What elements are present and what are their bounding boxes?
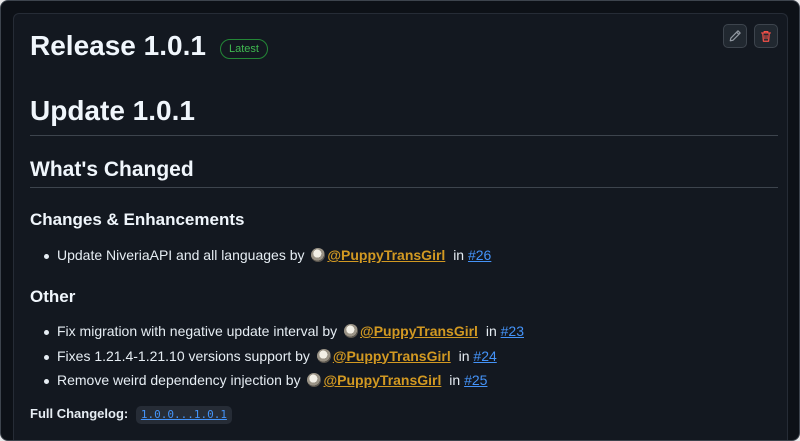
- author-mention[interactable]: @PuppyTransGirl: [333, 348, 451, 364]
- edit-release-button[interactable]: [723, 24, 747, 48]
- trash-icon: [761, 31, 771, 42]
- pr-link[interactable]: #24: [473, 348, 496, 364]
- item-text: Update NiveriaAPI and all languages by: [57, 247, 305, 263]
- section-divider: [30, 187, 778, 188]
- release-frame: Release 1.0.1 Latest Update 1.0.1 What's…: [0, 0, 800, 441]
- list-item: Remove weird dependency injection by @Pu…: [30, 368, 524, 393]
- author-mention[interactable]: @PuppyTransGirl: [327, 247, 445, 263]
- in-label: in: [449, 372, 461, 388]
- pr-link[interactable]: #25: [464, 372, 487, 388]
- in-label: in: [453, 247, 465, 263]
- item-text: Remove weird dependency injection by: [57, 372, 301, 388]
- pr-link[interactable]: #23: [501, 323, 524, 339]
- avatar[interactable]: [311, 248, 326, 262]
- compare-link[interactable]: 1.0.0...1.0.1: [135, 406, 232, 424]
- item-text: Fix migration with negative update inter…: [57, 323, 338, 339]
- pencil-icon: [729, 30, 741, 42]
- avatar[interactable]: [307, 373, 322, 387]
- item-text: Fixes 1.21.4-1.21.10 versions support by: [57, 347, 310, 364]
- changes-list: Update NiveriaAPI and all languages by @…: [30, 243, 491, 268]
- in-label: in: [458, 347, 470, 364]
- heading-divider: [30, 135, 778, 136]
- pr-link[interactable]: #26: [468, 247, 491, 263]
- in-label: in: [485, 323, 497, 339]
- release-title[interactable]: Release 1.0.1: [30, 27, 206, 65]
- changes-enhancements-heading: Changes & Enhancements: [30, 210, 245, 229]
- other-heading: Other: [30, 287, 76, 306]
- release-card: Release 1.0.1 Latest Update 1.0.1 What's…: [13, 13, 788, 440]
- full-changelog-label: Full Changelog:: [30, 406, 129, 421]
- author-mention[interactable]: @PuppyTransGirl: [323, 372, 441, 388]
- list-item: Fixes 1.21.4-1.21.10 versions support by…: [30, 344, 524, 369]
- delete-release-button[interactable]: [754, 24, 778, 48]
- avatar[interactable]: [316, 348, 331, 363]
- list-item: Fix migration with negative update inter…: [30, 319, 524, 344]
- latest-badge: Latest: [220, 39, 268, 59]
- avatar[interactable]: [344, 324, 359, 338]
- other-list: Fix migration with negative update inter…: [30, 319, 524, 393]
- list-item: Update NiveriaAPI and all languages by @…: [30, 243, 491, 268]
- author-mention[interactable]: @PuppyTransGirl: [360, 323, 478, 339]
- whats-changed-heading: What's Changed: [30, 158, 194, 181]
- full-changelog: Full Changelog: 1.0.0...1.0.1: [30, 403, 232, 425]
- notes-heading: Update 1.0.1: [30, 95, 195, 126]
